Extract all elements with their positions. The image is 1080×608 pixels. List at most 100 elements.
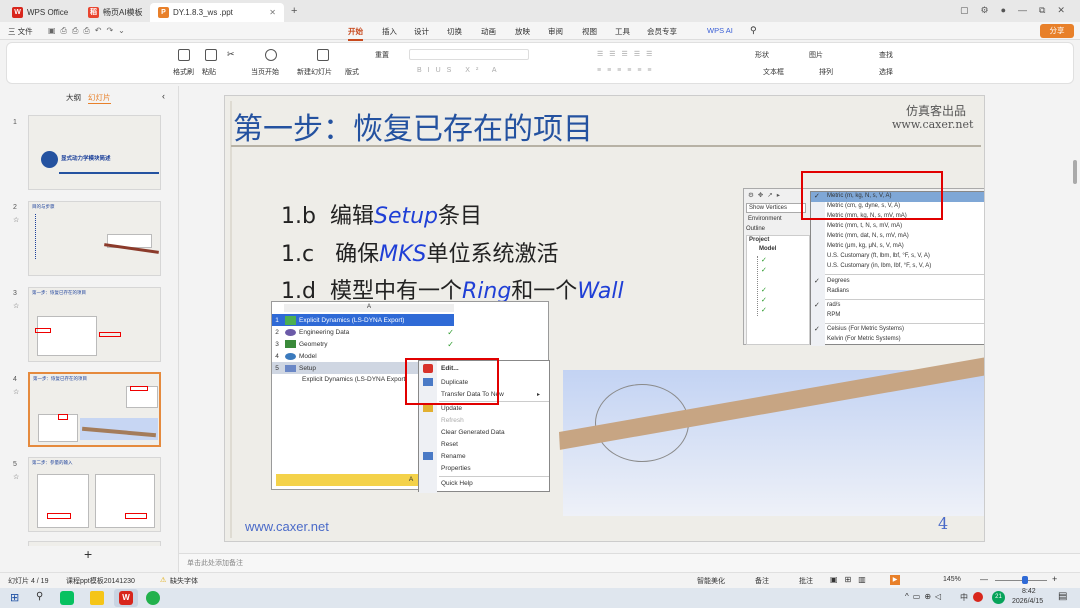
clock-date[interactable]: 2026/4/15 — [1012, 598, 1043, 605]
play-button[interactable]: ▶ — [890, 575, 900, 585]
find-button[interactable]: 查找 — [879, 50, 893, 60]
wechat-icon[interactable] — [60, 591, 74, 605]
rotation-rads[interactable]: rad/s — [827, 302, 840, 308]
slide-canvas[interactable]: 第一步：恢复已存在的项目 仿真客出品 www.caxer.net 1.b 编辑S… — [224, 95, 985, 542]
zoom-in-button[interactable]: + — [1052, 574, 1057, 584]
temp-kelvin[interactable]: Kelvin (For Metric Systems) — [827, 336, 901, 342]
start-icon[interactable]: ⊞ — [10, 591, 19, 604]
panel-divider[interactable] — [178, 86, 179, 572]
bullet-1c[interactable]: 1.c 确保MKS单位系统激活 — [281, 236, 558, 268]
menu-transition[interactable]: 切换 — [447, 26, 462, 37]
menu-reset[interactable]: Reset — [441, 441, 458, 448]
taskbar-search-icon[interactable]: ⚲ — [36, 591, 43, 602]
slide-thumbnail-1[interactable]: 显式动力学模块简述 — [28, 115, 161, 190]
wb-row-2[interactable]: 2 Engineering Data ✓ — [272, 326, 454, 338]
menu-home[interactable]: 开始 — [348, 26, 363, 41]
shape-button[interactable]: 形状 — [755, 50, 769, 60]
menu-quick-help[interactable]: Quick Help — [441, 480, 473, 487]
viewport-3d[interactable] — [559, 355, 984, 516]
star-icon[interactable]: ☆ — [13, 302, 19, 310]
security-icon[interactable] — [973, 592, 983, 602]
unit-option-5[interactable]: Metric (mm, dat, N, s, mV, mA) — [827, 233, 909, 239]
angle-radians[interactable]: Radians — [827, 288, 849, 294]
ime-indicator[interactable]: 中 — [960, 592, 968, 603]
wb-row-3[interactable]: 3 Geometry ✓ — [272, 338, 454, 350]
slide-thumbnail-5[interactable]: 第二步：参量的输入 — [28, 457, 161, 532]
picture-button[interactable]: 图片 — [809, 50, 823, 60]
tray-icons[interactable]: ^▭⊕◁ — [905, 592, 945, 601]
paragraph-buttons[interactable]: ☰☰☰☰☰ — [597, 50, 658, 58]
menu-update[interactable]: Update — [441, 405, 462, 412]
slide-thumbnail-2[interactable]: 目的与步骤 — [28, 201, 161, 276]
explorer-icon[interactable] — [90, 591, 104, 605]
unit-option-6[interactable]: Metric (μm, kg, μN, s, V, mA) — [827, 243, 904, 249]
menu-properties[interactable]: Properties — [441, 465, 471, 472]
play-from-current-button[interactable]: 当页开始 — [251, 67, 279, 77]
menu-view[interactable]: 视图 — [582, 26, 597, 37]
star-icon[interactable]: ☆ — [13, 216, 19, 224]
bullet-1b[interactable]: 1.b 编辑Setup条目 — [281, 198, 482, 230]
quick-access-icons[interactable]: ▣⎙⎙⎙↶↷⌄ — [48, 26, 130, 36]
star-icon[interactable]: ☆ — [13, 473, 19, 481]
show-vertices-button[interactable]: Show Vertices — [746, 203, 806, 213]
comment-button[interactable]: 批注 — [799, 576, 813, 586]
font-name-select[interactable] — [409, 49, 529, 60]
close-tab-icon[interactable]: ✕ — [269, 8, 276, 17]
zoom-slider-handle[interactable] — [1022, 576, 1028, 584]
select-button[interactable]: 选择 — [879, 67, 893, 77]
menu-rename[interactable]: Rename — [441, 453, 466, 460]
cut-icon[interactable]: ✂ — [227, 49, 235, 60]
notes-button[interactable]: 备注 — [755, 576, 769, 586]
slides-tab[interactable]: 幻灯片 — [88, 92, 111, 104]
star-icon[interactable]: ☆ — [13, 388, 19, 396]
font-style-buttons[interactable]: BIUS X² A — [417, 67, 503, 74]
textbox-button[interactable]: 文本框 — [763, 67, 784, 77]
menu-tools[interactable]: 工具 — [615, 26, 630, 37]
unit-option-4[interactable]: Metric (mm, t, N, s, mV, mA) — [827, 223, 902, 229]
app-icon[interactable] — [146, 591, 160, 605]
notification-count-icon[interactable]: 21 — [992, 591, 1005, 604]
angle-degrees[interactable]: Degrees — [827, 278, 850, 284]
add-slide-button[interactable]: + — [84, 546, 92, 562]
reset-button[interactable]: 重置 — [375, 50, 389, 60]
menu-insert[interactable]: 插入 — [382, 26, 397, 37]
tree-project[interactable]: Project — [749, 237, 769, 243]
tab-template[interactable]: 稻畅页AI模板 — [80, 3, 151, 22]
tab-document[interactable]: P DY.1.8.3_ws .ppt ✕ — [150, 3, 284, 22]
menu-animation[interactable]: 动画 — [481, 26, 496, 37]
menu-membership[interactable]: 会员专享 — [647, 26, 677, 37]
format-painter-button[interactable]: 格式刷 — [173, 67, 194, 77]
beautify-button[interactable]: 智能美化 — [697, 576, 725, 586]
notes-area[interactable]: 单击此处添加备注 — [179, 553, 1080, 572]
window-controls[interactable]: ▢⚙●—⧉✕ — [960, 5, 1077, 16]
file-menu[interactable]: 三 文件 — [8, 26, 33, 37]
zoom-slider[interactable] — [995, 580, 1047, 581]
slide-title[interactable]: 第一步：恢复已存在的项目 — [233, 104, 593, 148]
outline-tab[interactable]: 大纲 — [66, 92, 81, 103]
view-buttons[interactable]: ▣⊞▥ — [830, 575, 873, 584]
zoom-out-button[interactable]: — — [980, 575, 988, 584]
menu-review[interactable]: 审阅 — [548, 26, 563, 37]
menu-slideshow[interactable]: 放映 — [515, 26, 530, 37]
arrange-button[interactable]: 排列 — [819, 67, 833, 77]
align-buttons[interactable]: ≡≡≡≡≡≡ — [597, 67, 658, 74]
zoom-level[interactable]: 145% — [943, 576, 961, 583]
clock-time[interactable]: 8:42 — [1022, 588, 1036, 595]
unit-option-8[interactable]: U.S. Customary (in, lbm, lbf, °F, s, V, … — [827, 263, 931, 269]
unit-option-7[interactable]: U.S. Customary (ft, lbm, lbf, °F, s, V, … — [827, 253, 930, 259]
menu-clear[interactable]: Clear Generated Data — [441, 429, 505, 436]
notification-icon[interactable]: ▤ — [1058, 591, 1067, 602]
menu-design[interactable]: 设计 — [414, 26, 429, 37]
slide-thumbnail-3[interactable]: 第一步：恢复已存在的项目 — [28, 287, 161, 362]
rotation-rpm[interactable]: RPM — [827, 312, 840, 318]
wps-taskbar-button[interactable]: W — [114, 589, 138, 607]
collapse-panel-icon[interactable]: ‹ — [162, 91, 165, 101]
scrollbar-thumb[interactable] — [1073, 160, 1077, 184]
tree-model[interactable]: Model — [759, 246, 776, 252]
temp-celsius[interactable]: Celsius (For Metric Systems) — [827, 326, 904, 332]
new-tab-button[interactable]: + — [291, 5, 297, 17]
search-icon[interactable]: ⚲ — [750, 25, 757, 36]
new-slide-button[interactable]: 新建幻灯片 — [297, 67, 332, 77]
menu-wps-ai[interactable]: WPS AI — [707, 26, 733, 35]
paste-button[interactable]: 粘贴 — [202, 67, 216, 77]
